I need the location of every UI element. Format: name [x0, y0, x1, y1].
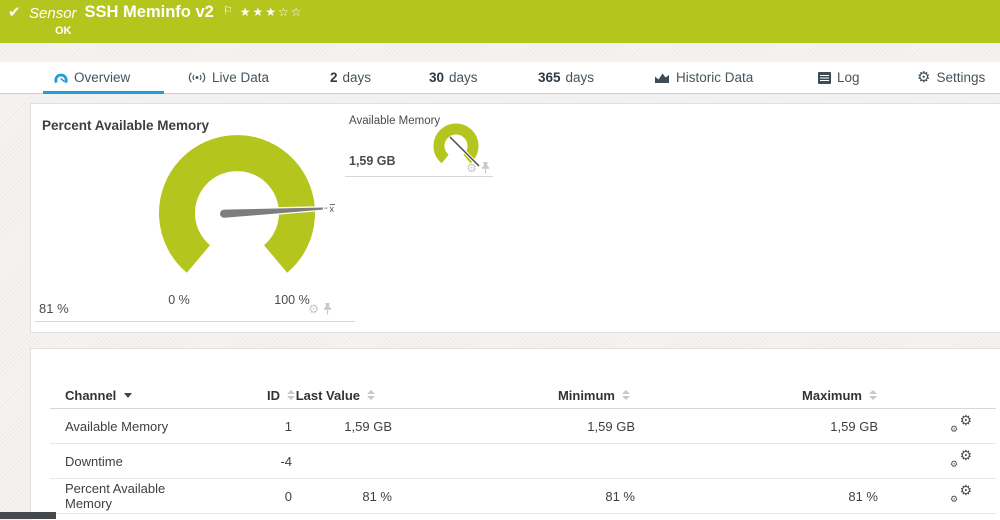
column-header-maximum[interactable]: Maximum: [638, 388, 881, 403]
channel-settings-icon[interactable]: ⚙ ⚙: [950, 416, 972, 433]
sort-caret-icon: [124, 393, 132, 398]
tab-label: Settings: [936, 70, 985, 85]
pin-icon[interactable]: [323, 303, 332, 315]
small-gear-icon: ⚙: [950, 495, 958, 504]
channel-maximum: 1,59 GB: [638, 419, 881, 434]
primary-channel-gauge-tile[interactable]: Percent Available Memory x 0 % 100 % 81 …: [35, 111, 355, 322]
gauge-value: 81 %: [39, 301, 69, 316]
object-kind-label: Sensor: [29, 5, 77, 22]
mean-marker-label: x: [330, 204, 335, 214]
column-label: Maximum: [802, 388, 862, 403]
tab-label: days: [566, 70, 595, 85]
sensor-header: ✔ Sensor SSH Meminfo v2 ⚐ ★★★☆☆ OK: [0, 0, 1000, 43]
channel-name: Downtime: [50, 454, 210, 469]
tab-live-data[interactable]: Live Data: [188, 62, 269, 93]
column-label: Last Value: [296, 388, 360, 403]
percent-available-memory-gauge: x: [120, 123, 340, 273]
channel-settings-icon[interactable]: ⚙ ⚙: [950, 451, 972, 468]
column-label: Channel: [65, 388, 116, 403]
broadcast-icon: [188, 71, 206, 84]
column-label: Minimum: [558, 388, 615, 403]
prtg-sensor-page: ✔ Sensor SSH Meminfo v2 ⚐ ★★★☆☆ OK Overv…: [0, 0, 1000, 519]
tab-label: Historic Data: [676, 70, 753, 85]
gear-icon: ⚙: [917, 70, 930, 85]
tab-settings[interactable]: ⚙ Settings: [917, 62, 985, 93]
channel-name: Percent Available Memory: [50, 481, 210, 511]
sort-icon: [287, 390, 295, 400]
small-gear-icon: ⚙: [950, 460, 958, 469]
tab-label: Log: [837, 70, 860, 85]
gauge-settings-icon[interactable]: ⚙: [466, 162, 477, 174]
sensor-title: SSH Meminfo v2: [85, 3, 214, 22]
gauge-icon: [54, 72, 68, 84]
table-header-row: Channel ID Last Value Minimum Maximum: [50, 382, 996, 409]
flag-icon[interactable]: ⚐: [223, 4, 233, 17]
gauge-tools: ⚙: [308, 303, 332, 315]
channel-maximum: 81 %: [638, 489, 881, 504]
area-chart-icon: [654, 72, 670, 84]
tab-number: 365: [538, 70, 561, 85]
pin-icon[interactable]: [481, 162, 490, 174]
channel-settings-icon[interactable]: ⚙ ⚙: [950, 486, 972, 503]
channel-id: 1: [210, 419, 295, 434]
sort-icon: [869, 390, 877, 400]
tab-historic-data[interactable]: Historic Data: [654, 62, 753, 93]
sort-icon: [622, 390, 630, 400]
table-row-percent-available-memory[interactable]: Percent Available Memory 0 81 % 81 % 81 …: [50, 479, 996, 514]
tab-2-days[interactable]: 2 days: [330, 62, 371, 93]
active-tab-underline: [43, 91, 164, 94]
tab-365-days[interactable]: 365 days: [538, 62, 594, 93]
large-gear-icon: ⚙: [959, 413, 972, 427]
tab-label: days: [343, 70, 372, 85]
tab-number: 30: [429, 70, 444, 85]
tab-log[interactable]: Log: [818, 62, 860, 93]
column-header-id[interactable]: ID: [210, 388, 295, 403]
gauge-value: 1,59 GB: [349, 154, 396, 168]
tab-overview[interactable]: Overview: [54, 62, 130, 93]
tab-30-days[interactable]: 30 days: [429, 62, 478, 93]
status-ok-check-icon: ✔: [8, 3, 21, 21]
column-header-last-value[interactable]: Last Value: [295, 388, 395, 403]
gauge-settings-icon[interactable]: ⚙: [308, 303, 319, 315]
large-gear-icon: ⚙: [959, 448, 972, 462]
table-row-downtime[interactable]: Downtime -4 ⚙ ⚙: [50, 444, 996, 479]
channel-last-value: 81 %: [295, 489, 395, 504]
channel-table: Channel ID Last Value Minimum Maximum: [50, 382, 996, 514]
priority-stars[interactable]: ★★★☆☆: [240, 5, 304, 19]
channel-minimum: 1,59 GB: [395, 419, 638, 434]
tab-label: Overview: [74, 70, 130, 85]
column-header-minimum[interactable]: Minimum: [395, 388, 638, 403]
channel-minimum: 81 %: [395, 489, 638, 504]
gauge-tools: ⚙: [466, 162, 490, 174]
channel-id: 0: [210, 489, 295, 504]
channels-panel: Channel ID Last Value Minimum Maximum: [30, 348, 1000, 520]
sensor-title-row: Sensor SSH Meminfo v2 ⚐ ★★★☆☆: [29, 3, 303, 22]
channel-id: -4: [210, 454, 295, 469]
bottom-left-bar: [0, 512, 56, 519]
large-gear-icon: ⚙: [959, 483, 972, 497]
gauges-panel: Percent Available Memory x 0 % 100 % 81 …: [30, 103, 1000, 333]
column-label: ID: [267, 388, 280, 403]
tab-number: 2: [330, 70, 338, 85]
tab-bar: Overview Live Data 2 days 30 days 365 da…: [0, 62, 1000, 94]
tab-label: days: [449, 70, 478, 85]
table-row-available-memory[interactable]: Available Memory 1 1,59 GB 1,59 GB 1,59 …: [50, 409, 996, 444]
sensor-status-badge: OK: [55, 25, 72, 37]
tab-label: Live Data: [212, 70, 269, 85]
secondary-channel-gauge-tile[interactable]: Available Memory 1,59 GB ⚙: [345, 111, 493, 177]
small-gear-icon: ⚙: [950, 425, 958, 434]
sort-icon: [367, 390, 375, 400]
gauge-scale-min: 0 %: [149, 293, 209, 307]
channel-last-value: 1,59 GB: [295, 419, 395, 434]
column-header-channel[interactable]: Channel: [50, 388, 210, 403]
log-list-icon: [818, 72, 831, 84]
channel-name: Available Memory: [50, 419, 210, 434]
